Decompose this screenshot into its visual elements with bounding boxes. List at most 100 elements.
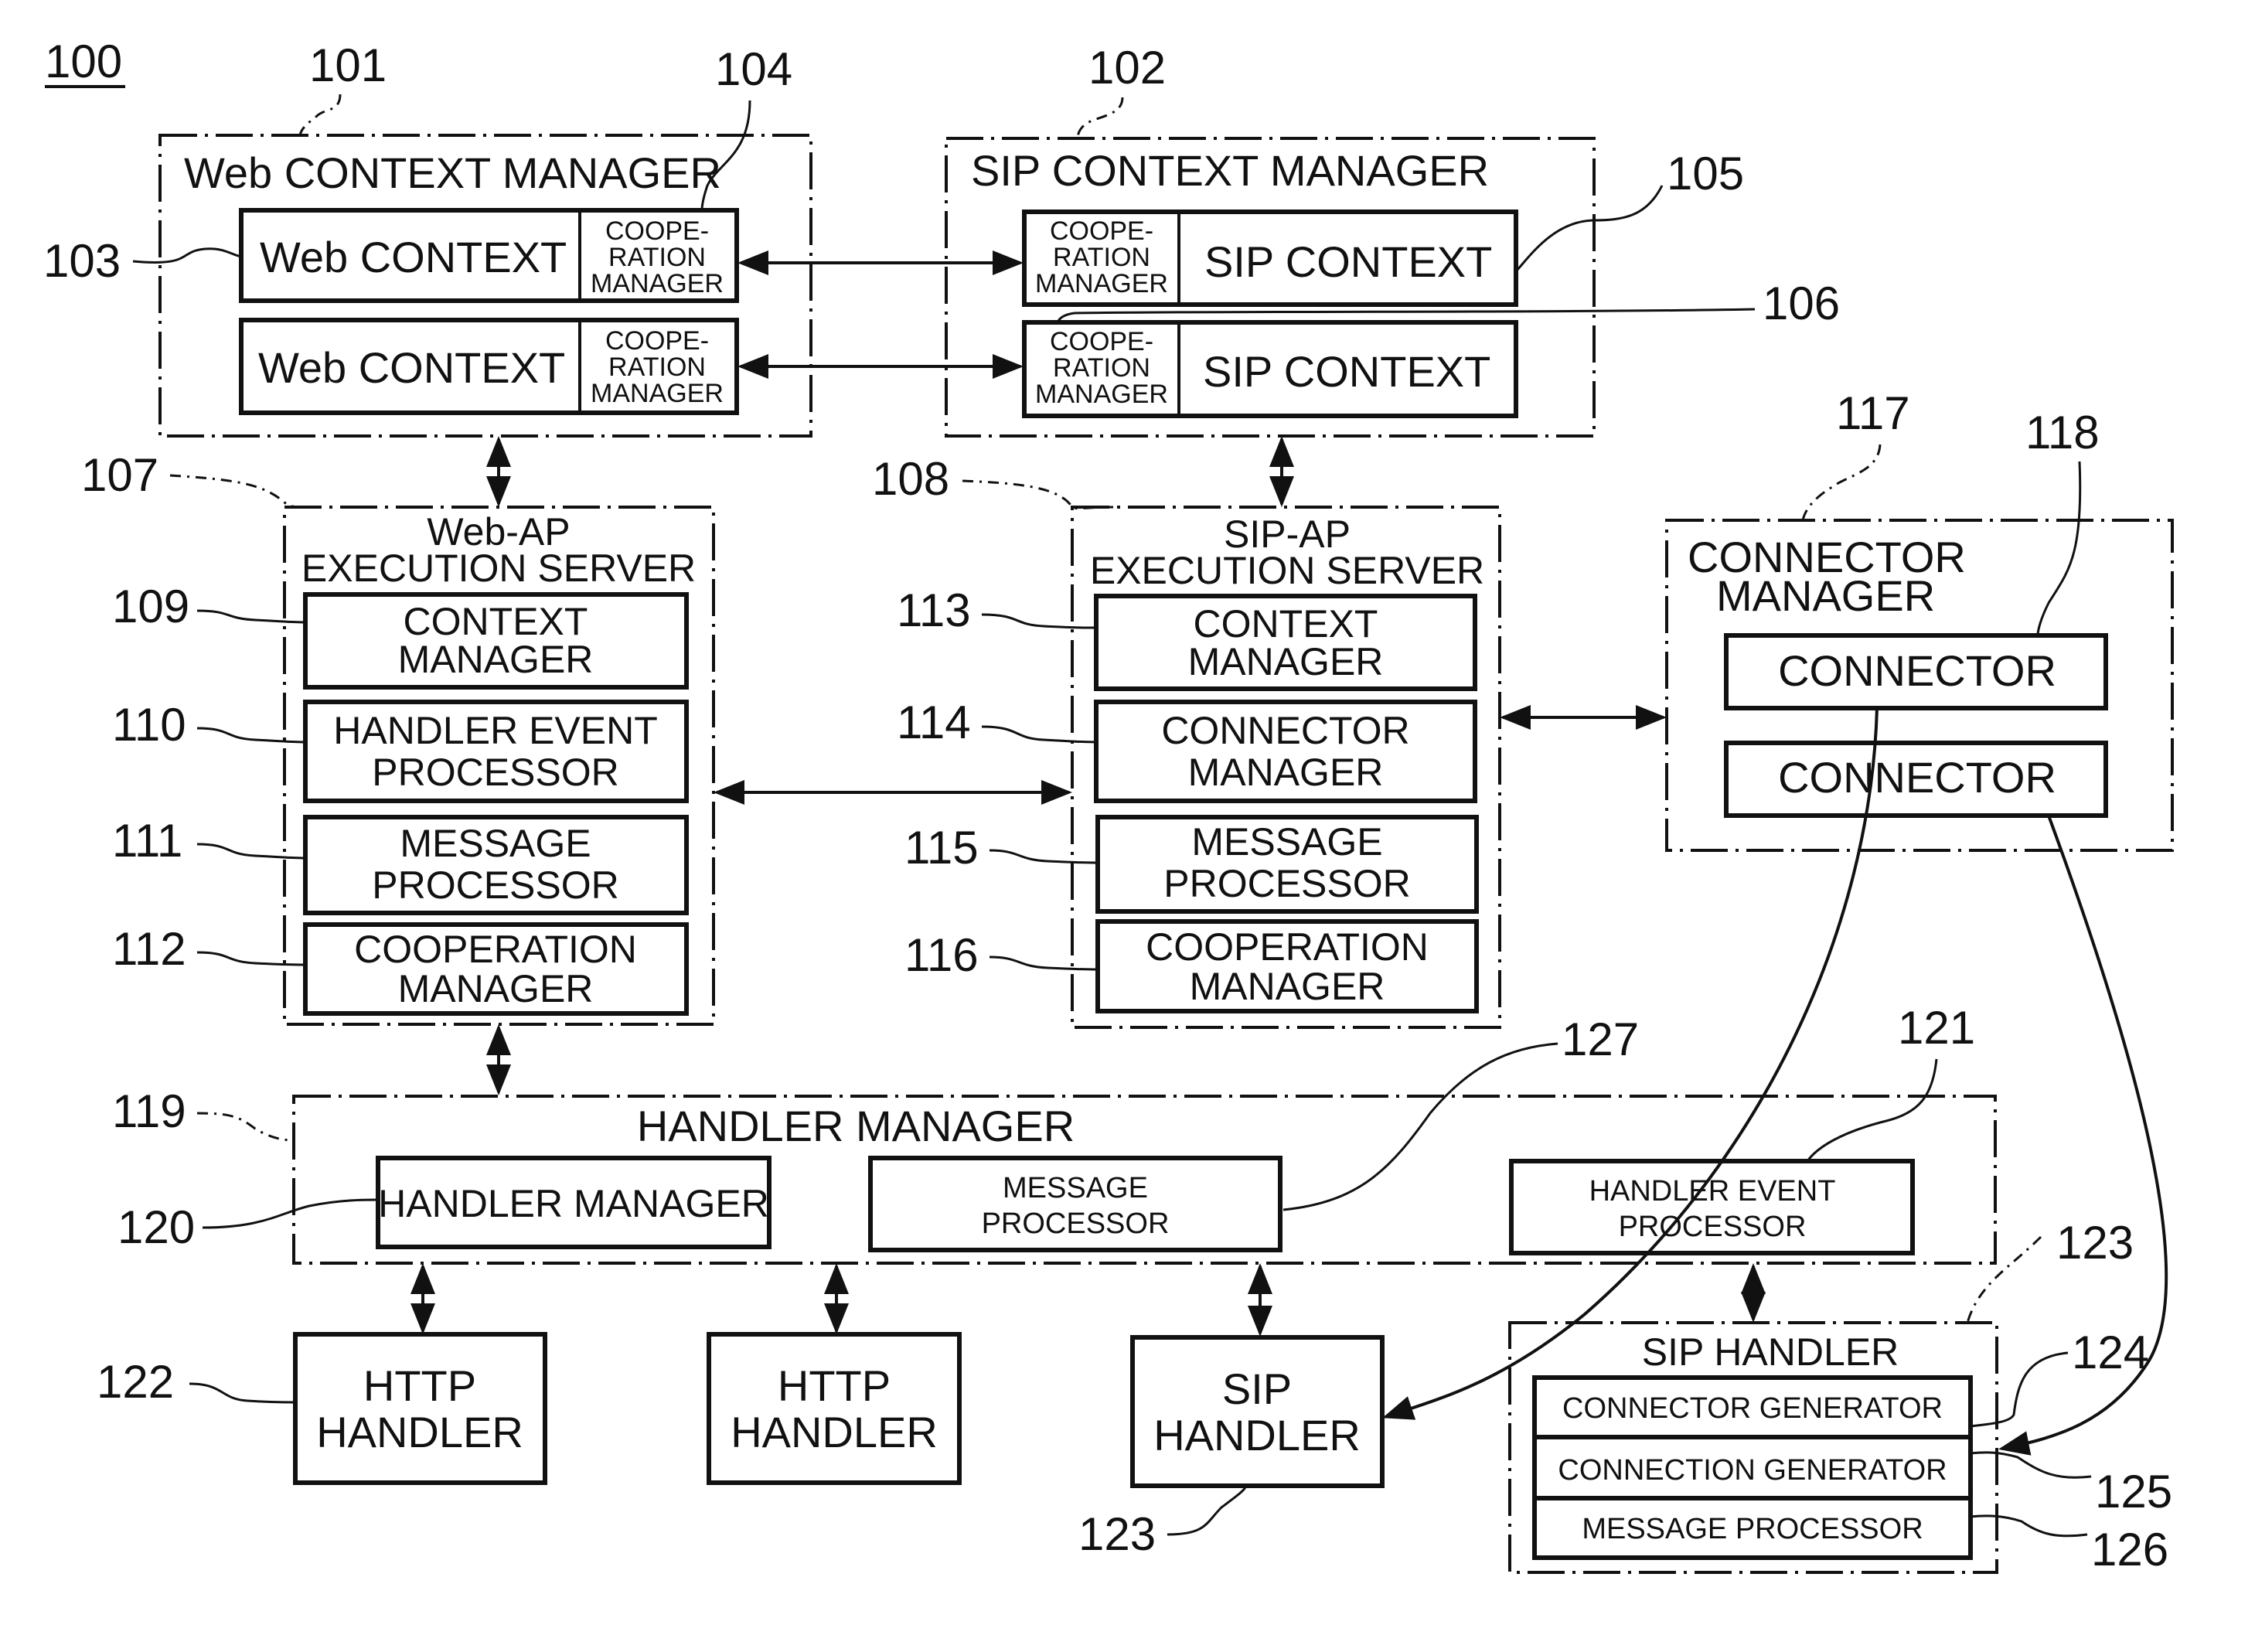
svg-text:121: 121: [1898, 1002, 1975, 1054]
svg-text:COOPE-: COOPE-: [1050, 327, 1153, 356]
svg-text:112: 112: [112, 923, 186, 975]
svg-text:COOPE-: COOPE-: [605, 216, 709, 246]
web-context-row[interactable]: Web CONTEXT COOPE- RATION MANAGER: [239, 318, 739, 415]
svg-text:123: 123: [2056, 1217, 2134, 1269]
ref-label-111: 111: [112, 815, 306, 867]
ref-label-121: 121: [1806, 1002, 1975, 1162]
svg-text:127: 127: [1562, 1013, 1639, 1065]
connector-generator[interactable]: CONNECTOR GENERATOR: [1532, 1375, 1973, 1439]
svg-text:SIP CONTEXT: SIP CONTEXT: [1204, 237, 1492, 286]
ref-label-119: 119: [112, 1085, 295, 1142]
ref-label-103: 103: [43, 235, 242, 287]
svg-text:HANDLER: HANDLER: [316, 1408, 523, 1456]
web-ap-cooperation-manager[interactable]: COOPERATION MANAGER: [303, 922, 689, 1016]
svg-text:110: 110: [112, 699, 186, 751]
sip-context-row[interactable]: COOPE- RATION MANAGER SIP CONTEXT: [1022, 320, 1518, 418]
svg-text:MANAGER: MANAGER: [591, 269, 724, 298]
connector-manager: CONNECTOR MANAGER CONNECTOR CONNECTOR: [1665, 519, 2174, 852]
svg-text:PROCESSOR: PROCESSOR: [982, 1207, 1170, 1240]
svg-text:106: 106: [1763, 278, 1840, 329]
svg-text:MANAGER: MANAGER: [1035, 269, 1168, 298]
svg-text:RATION: RATION: [1053, 353, 1150, 383]
ref-label-122: 122: [97, 1356, 296, 1408]
sip-ap-message-processor[interactable]: MESSAGE PROCESSOR: [1095, 815, 1479, 914]
sip-context-manager: SIP CONTEXT MANAGER COOPE- RATION MANAGE…: [945, 137, 1596, 438]
svg-text:RATION: RATION: [608, 243, 706, 272]
web-context-row[interactable]: Web CONTEXT COOPE- RATION MANAGER: [239, 208, 739, 303]
web-ap-context-manager[interactable]: CONTEXT MANAGER: [303, 592, 689, 690]
svg-text:SIP HANDLER: SIP HANDLER: [1642, 1330, 1899, 1374]
web-ap-execution-server: Web-AP EXECUTION SERVER CONTEXT MANAGER …: [283, 506, 715, 1026]
ref-label-115: 115: [904, 822, 1099, 874]
sip-ap-cooperation-manager[interactable]: COOPERATION MANAGER: [1095, 919, 1479, 1013]
svg-text:HANDLER EVENT: HANDLER EVENT: [1589, 1175, 1836, 1207]
svg-text:HANDLER EVENT: HANDLER EVENT: [333, 709, 658, 752]
ref-label-110: 110: [112, 699, 306, 751]
svg-text:PROCESSOR: PROCESSOR: [1619, 1211, 1807, 1243]
svg-text:103: 103: [43, 235, 121, 287]
svg-text:115: 115: [904, 822, 979, 874]
svg-text:COOPE-: COOPE-: [605, 326, 709, 356]
sip-ap-connector-manager[interactable]: CONNECTOR MANAGER: [1094, 700, 1477, 803]
svg-text:101: 101: [309, 39, 387, 91]
connector[interactable]: CONNECTOR: [1724, 633, 2108, 710]
svg-text:RATION: RATION: [1053, 243, 1150, 272]
svg-text:102: 102: [1088, 42, 1166, 94]
svg-text:HANDLER MANAGER: HANDLER MANAGER: [637, 1102, 1075, 1150]
sip-context-row[interactable]: COOPE- RATION MANAGER SIP CONTEXT: [1022, 209, 1518, 307]
handler-manager-module[interactable]: HANDLER MANAGER: [376, 1156, 772, 1249]
svg-text:120: 120: [118, 1201, 195, 1253]
sip-handler-detail: SIP HANDLER CONNECTOR GENERATOR CONNECTI…: [1508, 1321, 1998, 1574]
sip-ap-execution-server: SIP-AP EXECUTION SERVER CONTEXT MANAGER …: [1071, 506, 1501, 1029]
svg-text:HTTP: HTTP: [363, 1361, 476, 1410]
ref-label-123-handler-box: 123: [1966, 1217, 2134, 1323]
svg-text:CONNECTION GENERATOR: CONNECTION GENERATOR: [1558, 1454, 1947, 1487]
svg-text:MESSAGE: MESSAGE: [1003, 1172, 1148, 1204]
svg-text:MANAGER: MANAGER: [1190, 965, 1385, 1008]
svg-text:126: 126: [2091, 1524, 2168, 1575]
ref-label-105: 105: [1515, 148, 1744, 272]
svg-text:111: 111: [112, 815, 182, 867]
svg-text:COOPE-: COOPE-: [1050, 216, 1153, 246]
ref-label-116: 116: [904, 929, 1099, 981]
svg-text:EXECUTION SERVER: EXECUTION SERVER: [301, 547, 696, 590]
sip-message-processor[interactable]: MESSAGE PROCESSOR: [1532, 1496, 1973, 1560]
svg-text:CONNECTOR: CONNECTOR: [1778, 646, 2056, 695]
connector[interactable]: CONNECTOR: [1724, 741, 2108, 818]
svg-text:MANAGER: MANAGER: [1188, 751, 1384, 794]
ref-label-108: 108: [872, 453, 1114, 510]
ref-label-117: 117: [1801, 387, 1910, 521]
svg-text:Web CONTEXT: Web CONTEXT: [260, 233, 567, 281]
ref-label-120: 120: [118, 1198, 379, 1253]
connection-generator[interactable]: CONNECTION GENERATOR: [1532, 1435, 1973, 1500]
svg-text:HANDLER: HANDLER: [1153, 1411, 1361, 1460]
svg-text:PROCESSOR: PROCESSOR: [372, 751, 619, 794]
svg-text:MESSAGE: MESSAGE: [400, 822, 591, 865]
svg-text:104: 104: [715, 43, 792, 95]
web-ap-message-processor[interactable]: MESSAGE PROCESSOR: [303, 815, 689, 915]
svg-text:CONNECTOR: CONNECTOR: [1161, 709, 1409, 752]
svg-text:100: 100: [45, 36, 122, 87]
handler-message-processor[interactable]: MESSAGE PROCESSOR: [868, 1156, 1282, 1252]
sip-handler[interactable]: SIP HANDLER: [1130, 1335, 1385, 1488]
web-ap-handler-event-processor[interactable]: HANDLER EVENT PROCESSOR: [303, 700, 689, 803]
svg-text:Web CONTEXT MANAGER: Web CONTEXT MANAGER: [184, 148, 721, 197]
http-handler[interactable]: HTTP HANDLER: [707, 1332, 962, 1485]
ref-label-113: 113: [897, 584, 1097, 636]
ref-label-112: 112: [112, 923, 306, 975]
svg-text:119: 119: [112, 1085, 186, 1137]
figure-number: 100: [45, 36, 125, 88]
ref-label-107: 107: [81, 449, 301, 509]
svg-text:PROCESSOR: PROCESSOR: [372, 863, 619, 907]
svg-text:105: 105: [1667, 148, 1744, 199]
svg-text:HANDLER MANAGER: HANDLER MANAGER: [378, 1182, 769, 1225]
svg-text:113: 113: [897, 584, 971, 636]
svg-text:MANAGER: MANAGER: [398, 638, 594, 681]
svg-text:COOPERATION: COOPERATION: [354, 928, 637, 971]
svg-text:122: 122: [97, 1356, 174, 1408]
sip-ap-context-manager[interactable]: CONTEXT MANAGER: [1094, 594, 1477, 691]
ref-label-114: 114: [897, 697, 1097, 748]
http-handler[interactable]: HTTP HANDLER: [293, 1332, 547, 1485]
svg-text:124: 124: [2072, 1327, 2149, 1378]
svg-text:MANAGER: MANAGER: [1035, 380, 1168, 409]
